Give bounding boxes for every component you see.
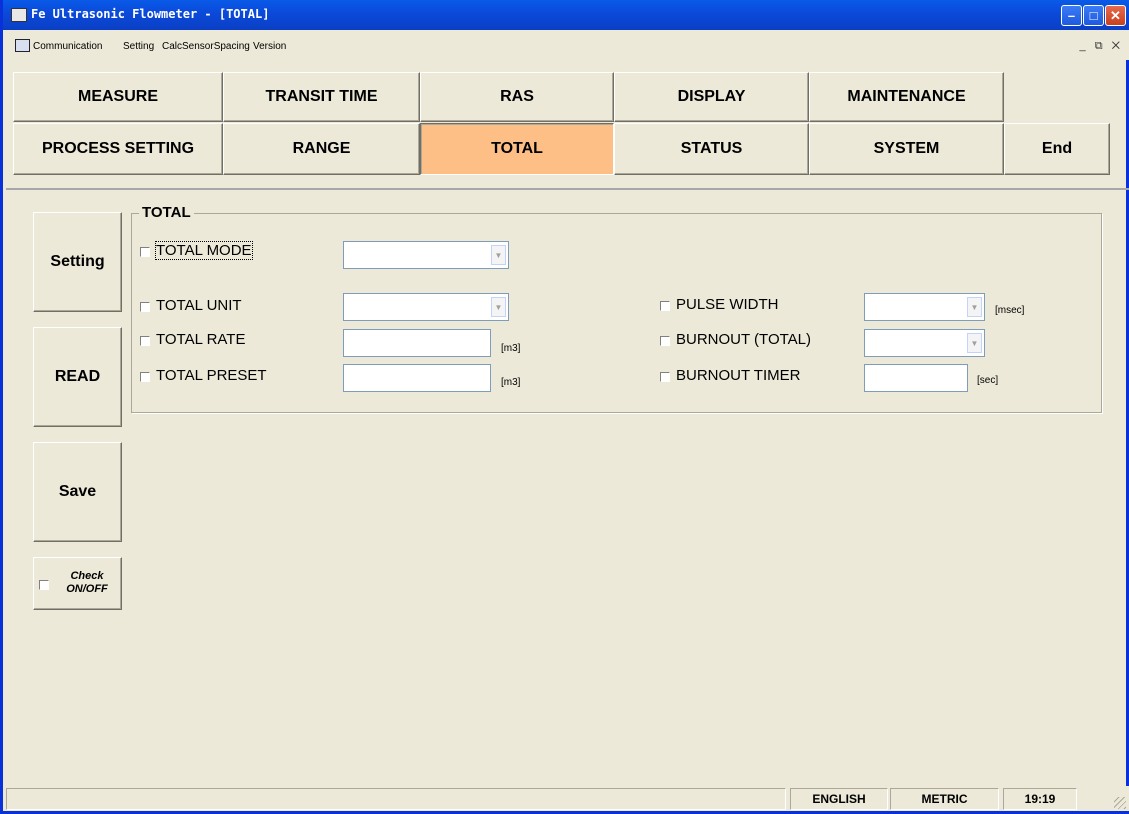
burnout-timer-unit: [sec] [977,375,999,386]
app-window: Fe Ultrasonic Flowmeter - [TOTAL] – □ ✕ … [0,0,1129,814]
chevron-down-icon[interactable]: ▼ [967,333,982,353]
mdi-child-icon[interactable] [15,39,30,52]
tab-strip: MEASURE TRANSIT TIME RAS DISPLAY MAINTEN… [6,60,1129,190]
chevron-down-icon[interactable]: ▼ [967,297,982,317]
end-button[interactable]: End [1004,123,1110,175]
tab-maintenance[interactable]: MAINTENANCE [809,72,1004,122]
burnout-timer-checkbox[interactable] [660,372,670,382]
mdi-controls[interactable]: _ ⧉ ✕ [1080,40,1123,53]
total-mode-label: TOTAL MODE [155,241,253,260]
total-mode-select[interactable]: ▼ [343,241,509,269]
tab-display[interactable]: DISPLAY [614,72,809,122]
total-preset-input[interactable] [343,364,491,392]
setting-button[interactable]: Setting [33,212,122,312]
check-onoff-label: Check ON/OFF [56,570,118,596]
menu-calc-sensor-spacing[interactable]: CalcSensorSpacing [162,41,250,52]
check-label-line2: ON/OFF [66,583,108,595]
status-panel-main [6,788,786,810]
burnout-total-label: BURNOUT (TOTAL) [676,331,812,348]
total-unit-select[interactable]: ▼ [343,293,509,321]
burnout-timer-label: BURNOUT TIMER [676,367,801,384]
app-icon [11,8,27,22]
pulse-width-select[interactable]: ▼ [864,293,985,321]
pulse-width-unit: [msec] [995,305,1025,316]
chevron-down-icon[interactable]: ▼ [491,245,506,265]
menu-setting[interactable]: Setting [123,41,154,52]
total-unit-label: TOTAL UNIT [156,297,242,314]
burnout-timer-input[interactable] [864,364,968,392]
pulse-width-label: PULSE WIDTH [676,296,779,313]
title-bar[interactable]: Fe Ultrasonic Flowmeter - [TOTAL] – □ ✕ [3,0,1129,30]
tab-transit-time[interactable]: TRANSIT TIME [223,72,420,122]
total-preset-label: TOTAL PRESET [156,367,267,384]
close-icon[interactable]: ✕ [1105,5,1126,26]
status-units: METRIC [890,788,999,810]
tab-range[interactable]: RANGE [223,123,420,175]
status-time: 19:19 [1003,788,1077,810]
total-rate-label: TOTAL RATE [156,331,246,348]
check-onoff-checkbox[interactable] [39,580,49,590]
pulse-width-checkbox[interactable] [660,301,670,311]
total-rate-unit: [m3] [501,343,521,354]
menu-communication[interactable]: Communication [33,41,102,52]
menu-version[interactable]: Version [253,41,286,52]
read-button[interactable]: READ [33,327,122,427]
total-preset-checkbox[interactable] [140,372,150,382]
burnout-total-select[interactable]: ▼ [864,329,985,357]
tab-total[interactable]: TOTAL [420,123,614,175]
window-title: Fe Ultrasonic Flowmeter - [TOTAL] [31,7,270,21]
menu-bar: Communication Setting CalcSensorSpacing … [6,30,1129,60]
check-onoff-toggle[interactable]: Check ON/OFF [33,557,122,610]
tab-ras[interactable]: RAS [420,72,614,122]
burnout-total-checkbox[interactable] [660,336,670,346]
status-bar: ENGLISH METRIC 19:19 [6,786,1129,811]
tab-process-setting[interactable]: PROCESS SETTING [13,123,223,175]
total-rate-checkbox[interactable] [140,336,150,346]
save-button[interactable]: Save [33,442,122,542]
group-title: TOTAL [139,204,194,221]
status-language: ENGLISH [790,788,888,810]
total-rate-input[interactable] [343,329,491,357]
total-unit-checkbox[interactable] [140,302,150,312]
tab-system[interactable]: SYSTEM [809,123,1004,175]
minimize-icon[interactable]: – [1061,5,1082,26]
chevron-down-icon[interactable]: ▼ [491,297,506,317]
resize-grip-icon[interactable] [1114,797,1126,809]
total-mode-checkbox[interactable] [140,247,150,257]
tab-measure[interactable]: MEASURE [13,72,223,122]
check-label-line1: Check [70,570,104,582]
maximize-icon[interactable]: □ [1083,5,1104,26]
total-preset-unit: [m3] [501,377,521,388]
tab-status[interactable]: STATUS [614,123,809,175]
